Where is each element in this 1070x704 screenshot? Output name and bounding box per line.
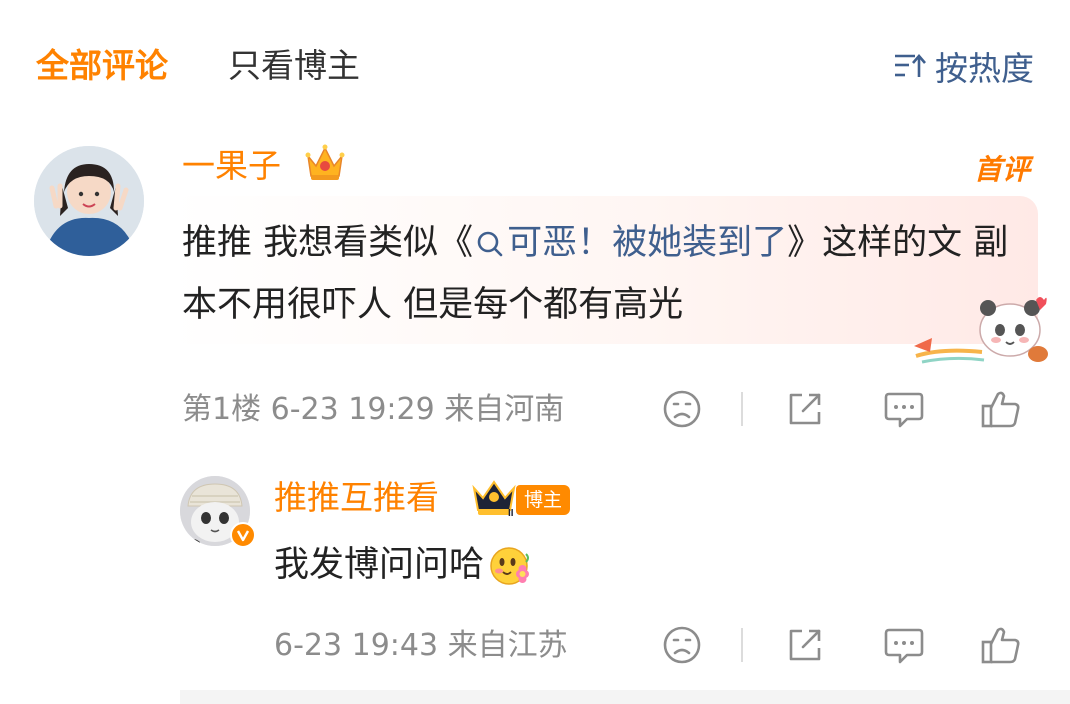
sort-by-hot-button[interactable]: 按热度 xyxy=(893,44,1034,88)
blogger-role-badge: 博主 xyxy=(516,485,571,515)
section-divider xyxy=(180,690,1070,704)
like-button[interactable] xyxy=(978,386,1024,432)
reply-text: 我发博问问哈 xyxy=(274,540,532,590)
reply-share-button[interactable] xyxy=(782,622,828,668)
like-icon xyxy=(981,627,1020,664)
search-link-text: 可恶！被她装到了 xyxy=(507,223,788,263)
sort-label: 按热度 xyxy=(935,49,1034,88)
first-comment-badge: 首评 xyxy=(973,153,1030,186)
comment-meta: 第1楼 6-23 19:29 来自河南 xyxy=(182,392,565,427)
comment-icon xyxy=(884,392,924,428)
reply-like-button[interactable] xyxy=(978,622,1024,668)
dislike-button[interactable] xyxy=(659,386,705,432)
commenter-username[interactable]: 一果子 xyxy=(182,146,281,186)
tab-all-comments[interactable]: 全部评论 xyxy=(36,44,168,88)
panda-sticker-icon xyxy=(912,290,1052,374)
comment-button[interactable] xyxy=(881,386,927,432)
avatar[interactable] xyxy=(34,146,144,256)
comment-tabs: 全部评论 只看博主 按热度 xyxy=(0,0,1070,130)
dislike-icon xyxy=(663,626,701,664)
dislike-icon xyxy=(663,390,701,428)
reply-avatar[interactable] xyxy=(180,476,256,548)
crown-icon xyxy=(304,142,346,188)
reply-text-content: 我发博问问哈 xyxy=(274,545,485,585)
sort-icon xyxy=(895,54,926,77)
share-button[interactable] xyxy=(782,386,828,432)
reply-username[interactable]: 推推互推看 xyxy=(274,478,439,518)
reply-meta: 6-23 19:43 来自江苏 xyxy=(274,628,568,663)
verified-icon xyxy=(230,522,256,548)
tab-blogger-only[interactable]: 只看博主 xyxy=(228,44,360,88)
reply-dislike-button[interactable] xyxy=(659,622,705,668)
share-icon xyxy=(789,629,821,661)
flower-emoji xyxy=(490,547,530,585)
action-divider xyxy=(741,392,743,426)
share-icon xyxy=(789,393,821,425)
svg-text:II: II xyxy=(508,508,514,518)
comment-icon xyxy=(884,628,924,664)
crown-icon: II xyxy=(470,478,518,522)
comment-text: 推推 我想看类似《 可恶！被她装到了》这样的文 副本不用很吓人 但是每个都有高光 xyxy=(182,212,1022,336)
action-divider xyxy=(741,628,743,662)
search-icon xyxy=(477,231,503,257)
like-icon xyxy=(981,391,1020,428)
reply-comment-button[interactable] xyxy=(881,622,927,668)
search-link[interactable]: 可恶！被她装到了 xyxy=(473,223,787,263)
comment-text-start: 推推 我想看类似《 xyxy=(182,223,474,263)
